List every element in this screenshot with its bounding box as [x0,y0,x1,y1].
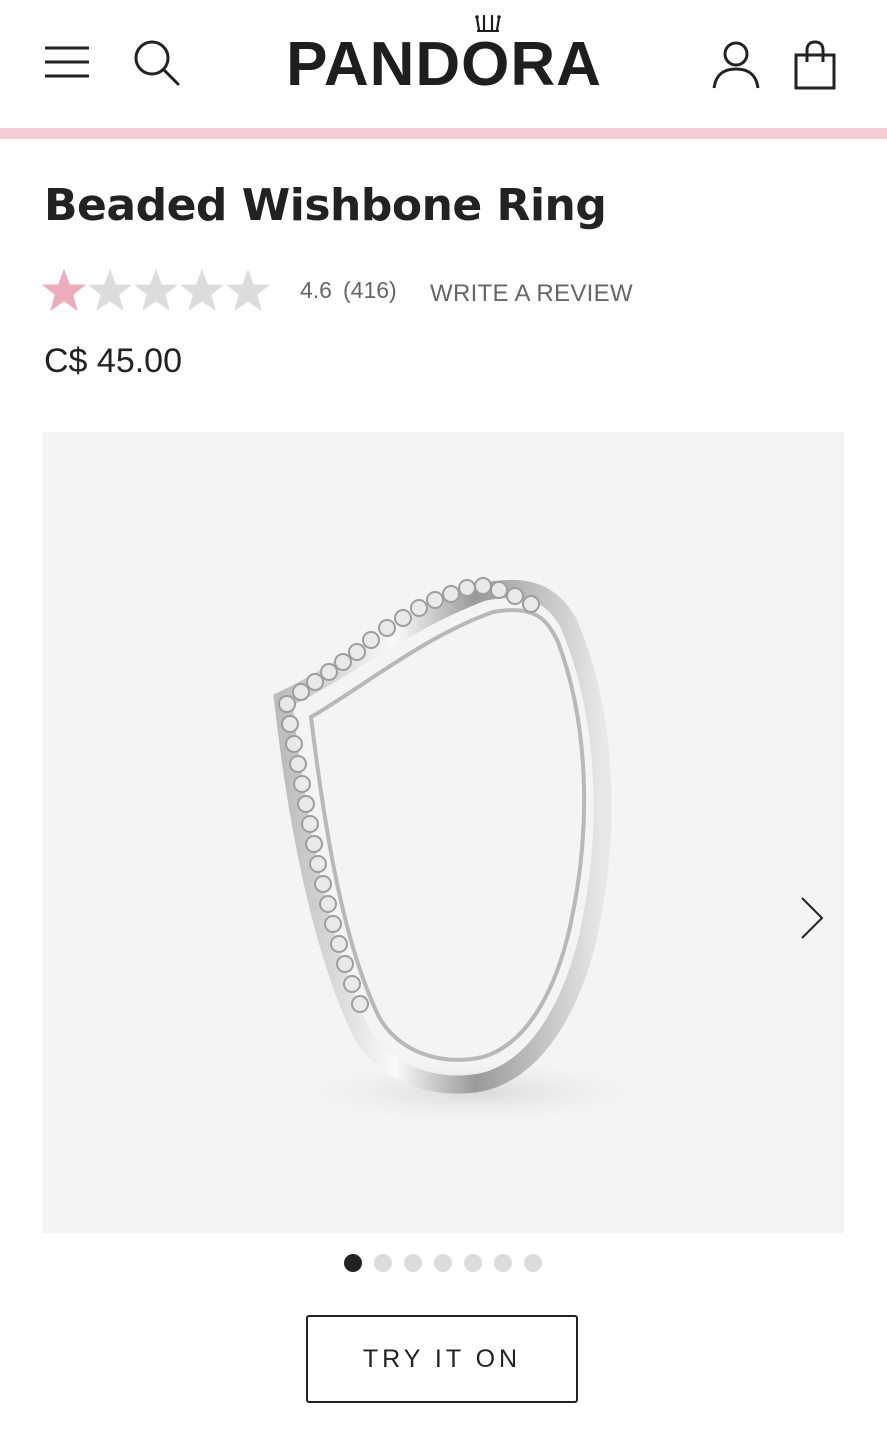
ring-bead [336,955,354,973]
rating-row: 4.6 (416) WRITE A REVIEW [42,268,842,316]
pagination-dot[interactable] [434,1254,452,1272]
ring-bead [289,755,307,773]
chevron-right-icon[interactable] [790,894,834,942]
ring-bead [490,581,508,599]
ring-bead [334,653,352,671]
ring-bead [305,835,323,853]
ring-bead [351,995,369,1013]
star-icon [180,269,224,311]
site-header: PANDORA [0,0,887,128]
product-image-ring[interactable] [43,432,844,1233]
star-icon [88,269,132,311]
ring-bead [292,683,310,701]
ring-bead [442,585,460,603]
try-it-on-button[interactable]: TRY IT ON [306,1315,578,1403]
product-title: Beaded Wishbone Ring [44,180,607,231]
pagination-dot[interactable] [374,1254,392,1272]
ring-bead [320,663,338,681]
ring-bead [278,695,296,713]
ring-bead [506,587,524,605]
rating-value: 4.6 [300,277,332,303]
logo-text: PANDORA [286,30,602,99]
pagination-dot[interactable] [524,1254,542,1272]
ring-bead [410,599,428,617]
ring-bead [330,935,348,953]
search-icon[interactable] [132,38,180,86]
ring-bead [426,591,444,609]
ring-bead [522,595,540,613]
ring-bead [474,577,492,595]
write-review-link[interactable]: WRITE A REVIEW [430,280,633,308]
header-accent-bar [0,128,887,139]
ring-bead [319,895,337,913]
star-filled-icon [42,269,86,311]
pagination-dot[interactable] [344,1254,362,1272]
ring-bead [458,579,476,597]
ring-bead [378,619,396,637]
gallery-pagination [344,1254,554,1272]
user-account-icon[interactable] [710,40,762,90]
ring-bead [293,775,311,793]
pagination-dot[interactable] [494,1254,512,1272]
ring-bead [285,735,303,753]
ring-bead [309,855,327,873]
ring-bead [348,643,366,661]
pagination-dot[interactable] [404,1254,422,1272]
product-price: C$ 45.00 [44,342,182,380]
product-image-gallery[interactable] [43,432,844,1233]
ring-bead [362,631,380,649]
star-rating[interactable] [42,268,272,314]
rating-count[interactable]: (416) [343,277,397,304]
ring-bead [297,795,315,813]
ring-bead [281,715,299,733]
ring-bead [306,673,324,691]
shopping-bag-icon[interactable] [793,40,837,90]
pagination-dot[interactable] [464,1254,482,1272]
star-icon [134,269,178,311]
ring-bead [301,815,319,833]
brand-logo[interactable]: PANDORA [266,14,622,99]
hamburger-menu-icon[interactable] [44,44,90,80]
ring-bead [324,915,342,933]
ring-bead [343,975,361,993]
ring-bead [394,609,412,627]
ring-bead [314,875,332,893]
star-icon [226,269,270,311]
